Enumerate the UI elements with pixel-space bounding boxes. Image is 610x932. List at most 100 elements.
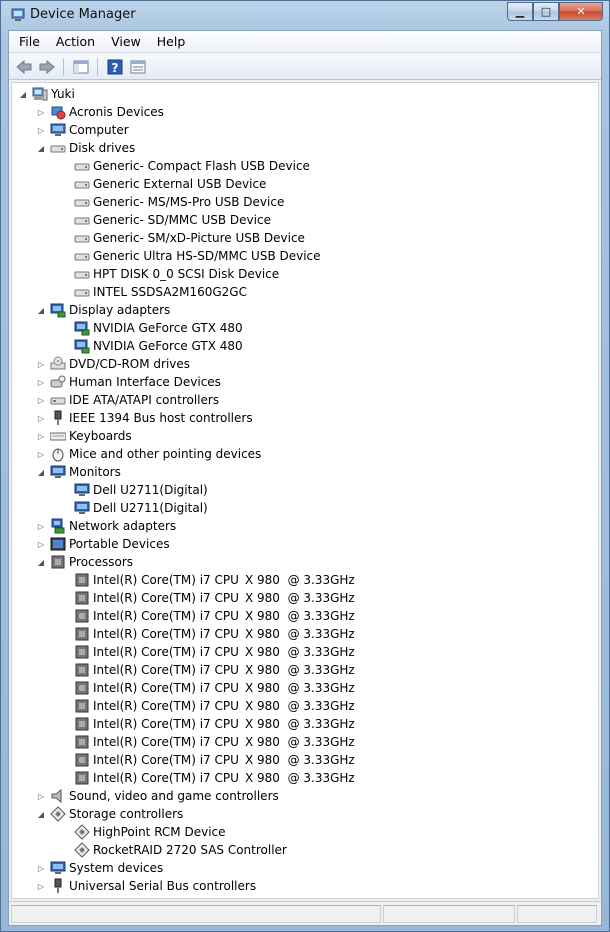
tree-category-ieee-1394-bus-host-controllers[interactable]: ▷ IEEE 1394 Bus host controllers	[36, 409, 253, 427]
cpu-name: Intel(R) Core(TM) i7 CPU	[93, 663, 239, 677]
monitor-icon	[74, 501, 90, 514]
tree-category-human-interface-devices[interactable]: ▷ Human Interface Devices	[36, 373, 221, 391]
processor-icon	[75, 735, 89, 749]
tree-device-item[interactable]: Dell U2711(Digital)	[74, 481, 208, 499]
tree-category-usb-controllers[interactable]: ▷ Universal Serial Bus controllers	[36, 877, 256, 895]
device-label: Generic- SD/MMC USB Device	[93, 213, 271, 227]
cpu-name: Intel(R) Core(TM) i7 CPU	[93, 717, 239, 731]
tree-category-dvd-cd-rom-drives[interactable]: ▷ DVD/CD-ROM drives	[36, 355, 190, 373]
tree-device-item[interactable]: INTEL SSDSA2M160G2GC	[74, 283, 247, 301]
tree-device-item[interactable]: Intel(R) Core(TM) i7 CPU X 980 @ 3.33GHz	[74, 643, 355, 661]
collapse-arrow-icon[interactable]: ◢	[36, 809, 46, 819]
tree-root-label: Yuki	[51, 87, 75, 101]
tree-device-item[interactable]: Generic- MS/MS-Pro USB Device	[74, 193, 284, 211]
collapse-arrow-icon[interactable]: ◢	[36, 143, 46, 153]
minimize-button[interactable]: ▁	[507, 2, 533, 21]
device-tree[interactable]: ◢ Yuki ▷ Acronis Devices ▷ Computer ◢ Di…	[11, 82, 599, 899]
tree-root-yuki[interactable]: ◢ Yuki	[18, 85, 75, 103]
tree-category-system-devices[interactable]: ▷ System devices	[36, 859, 163, 877]
tree-category-storage-controllers[interactable]: ◢ Storage controllers	[36, 805, 183, 823]
tree-category-keyboards[interactable]: ▷ Keyboards	[36, 427, 132, 445]
expand-arrow-icon[interactable]: ▷	[36, 881, 46, 891]
tree-device-item[interactable]: Generic- Compact Flash USB Device	[74, 157, 310, 175]
tree-category-acronis-devices[interactable]: ▷ Acronis Devices	[36, 103, 164, 121]
disk-drive-icon	[74, 163, 90, 171]
collapse-arrow-icon[interactable]: ◢	[18, 89, 28, 99]
tree-device-item[interactable]: HPT DISK 0_0 SCSI Disk Device	[74, 265, 279, 283]
tree-device-item[interactable]: Intel(R) Core(TM) i7 CPU X 980 @ 3.33GHz	[74, 679, 355, 697]
collapse-arrow-icon[interactable]: ◢	[36, 557, 46, 567]
tree-device-item[interactable]: NVIDIA GeForce GTX 480	[74, 319, 243, 337]
tree-device-item[interactable]: Intel(R) Core(TM) i7 CPU X 980 @ 3.33GHz	[74, 607, 355, 625]
expand-arrow-icon[interactable]: ▷	[36, 125, 46, 135]
tree-category-portable-devices[interactable]: ▷ Portable Devices	[36, 535, 170, 553]
tree-category-monitors[interactable]: ◢ Monitors	[36, 463, 121, 481]
menu-file[interactable]: File	[9, 31, 48, 53]
tree-category-mice[interactable]: ▷ Mice and other pointing devices	[36, 445, 261, 463]
tree-device-item[interactable]: Generic- SD/MMC USB Device	[74, 211, 271, 229]
cpu-model: X 980 @ 3.33GHz	[245, 663, 355, 677]
category-label: Keyboards	[69, 429, 132, 443]
forward-button[interactable]	[36, 56, 58, 78]
title-bar[interactable]: Device Manager ▁ □ ✕	[1, 1, 609, 29]
category-label: Disk drives	[69, 141, 136, 155]
tree-device-item[interactable]: Dell U2711(Digital)	[74, 499, 208, 517]
cpu-name: Intel(R) Core(TM) i7 CPU	[93, 753, 239, 767]
portable-device-icon	[50, 537, 66, 551]
tree-device-item[interactable]: Intel(R) Core(TM) i7 CPU X 980 @ 3.33GHz	[74, 697, 355, 715]
collapse-arrow-icon[interactable]: ◢	[36, 305, 46, 315]
expand-arrow-icon[interactable]: ▷	[36, 791, 46, 801]
tree-category-ide-ata-atapi-controllers[interactable]: ▷ IDE ATA/ATAPI controllers	[36, 391, 219, 409]
tree-device-item[interactable]: Intel(R) Core(TM) i7 CPU X 980 @ 3.33GHz	[74, 751, 355, 769]
disk-drive-icon	[74, 289, 90, 297]
show-hide-console-tree-icon	[73, 60, 89, 73]
device-label: Generic External USB Device	[93, 177, 267, 191]
disk-drive-icon	[74, 271, 90, 279]
tree-device-item[interactable]: Intel(R) Core(TM) i7 CPU X 980 @ 3.33GHz	[74, 769, 355, 787]
maximize-button[interactable]: □	[533, 2, 559, 21]
collapse-arrow-icon[interactable]: ◢	[36, 467, 46, 477]
tree-category-processors[interactable]: ◢ Processors	[36, 553, 133, 571]
tree-device-item[interactable]: Generic- SM/xD-Picture USB Device	[74, 229, 305, 247]
tree-device-item[interactable]: Intel(R) Core(TM) i7 CPU X 980 @ 3.33GHz	[74, 571, 355, 589]
tree-device-item[interactable]: RocketRAID 2720 SAS Controller	[74, 841, 287, 859]
tree-device-item[interactable]: Intel(R) Core(TM) i7 CPU X 980 @ 3.33GHz	[74, 589, 355, 607]
monitor-icon	[74, 483, 90, 496]
tree-device-item[interactable]: Intel(R) Core(TM) i7 CPU X 980 @ 3.33GHz	[74, 715, 355, 733]
show-hide-console-tree-button[interactable]	[70, 56, 92, 78]
tree-category-display-adapters[interactable]: ◢ Display adapters	[36, 301, 170, 319]
expand-arrow-icon[interactable]: ▷	[36, 431, 46, 441]
tree-category-sound-video-game[interactable]: ▷ Sound, video and game controllers	[36, 787, 279, 805]
back-button[interactable]	[13, 56, 35, 78]
menu-action[interactable]: Action	[48, 31, 103, 53]
tree-device-item[interactable]: Intel(R) Core(TM) i7 CPU X 980 @ 3.33GHz	[74, 733, 355, 751]
processor-icon	[75, 645, 89, 659]
expand-arrow-icon[interactable]: ▷	[36, 521, 46, 531]
expand-arrow-icon[interactable]: ▷	[36, 449, 46, 459]
tree-device-item[interactable]: Intel(R) Core(TM) i7 CPU X 980 @ 3.33GHz	[74, 661, 355, 679]
menu-view[interactable]: View	[103, 31, 149, 53]
processor-icon	[75, 753, 89, 767]
tree-category-network-adapters[interactable]: ▷ Network adapters	[36, 517, 176, 535]
tree-device-item[interactable]: HighPoint RCM Device	[74, 823, 226, 841]
close-button[interactable]: ✕	[559, 2, 603, 21]
expand-arrow-icon[interactable]: ▷	[36, 107, 46, 117]
tree-device-item[interactable]: Generic Ultra HS-SD/MMC USB Device	[74, 247, 321, 265]
tree-category-computer[interactable]: ▷ Computer	[36, 121, 129, 139]
tree-device-item[interactable]: Intel(R) Core(TM) i7 CPU X 980 @ 3.33GHz	[74, 625, 355, 643]
expand-arrow-icon[interactable]: ▷	[36, 395, 46, 405]
expand-arrow-icon[interactable]: ▷	[36, 539, 46, 549]
expand-arrow-icon[interactable]: ▷	[36, 413, 46, 423]
expand-arrow-icon[interactable]: ▷	[36, 377, 46, 387]
device-manager-window: Device Manager ▁ □ ✕ File Action View He…	[0, 0, 610, 932]
processor-icon	[75, 627, 89, 641]
expand-arrow-icon[interactable]: ▷	[36, 359, 46, 369]
properties-button[interactable]	[127, 56, 149, 78]
toolbar-separator	[63, 57, 64, 76]
menu-help[interactable]: Help	[149, 31, 194, 53]
expand-arrow-icon[interactable]: ▷	[36, 863, 46, 873]
tree-device-item[interactable]: Generic External USB Device	[74, 175, 266, 193]
help-button[interactable]: ?	[104, 56, 126, 78]
tree-category-disk-drives[interactable]: ◢ Disk drives	[36, 139, 135, 157]
tree-device-item[interactable]: NVIDIA GeForce GTX 480	[74, 337, 243, 355]
